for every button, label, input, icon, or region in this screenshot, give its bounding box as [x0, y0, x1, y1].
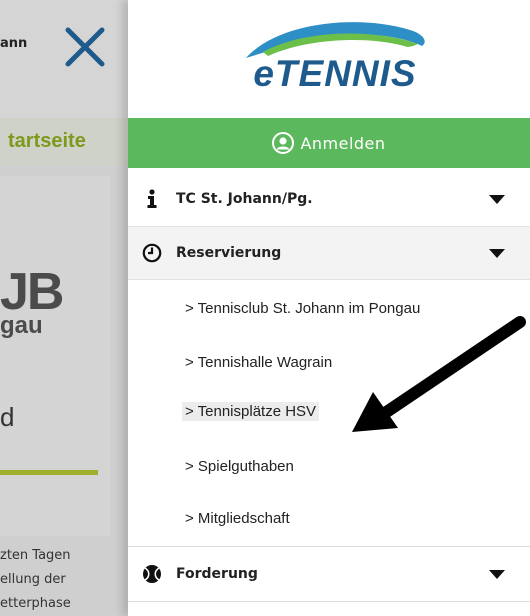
- menu-item-forderung[interactable]: Forderung: [128, 546, 530, 602]
- background-paragraph: zten Tagen ellung der etterphase: [0, 544, 128, 616]
- background-startseite-label: tartseite: [8, 130, 86, 152]
- background-paragraph-line: etterphase: [0, 596, 71, 611]
- submenu-item-tennisplaetze-hsv[interactable]: > Tennisplätze HSV: [182, 402, 320, 421]
- background-accent-line: [0, 470, 98, 475]
- caret-down-icon: [489, 249, 505, 258]
- menu-item-label: Forderung: [176, 566, 258, 582]
- info-icon: [140, 187, 164, 211]
- user-circle-icon: [272, 132, 295, 154]
- background-title-fragment: ann: [0, 36, 28, 51]
- close-icon[interactable]: [64, 26, 106, 68]
- caret-down-icon: [489, 570, 505, 579]
- background-paragraph-line: ellung der: [0, 572, 66, 587]
- background-startseite-bar: tartseite: [0, 118, 128, 166]
- background-card: [0, 176, 110, 536]
- submenu-item-mitgliedschaft[interactable]: > Mitgliedschaft: [185, 510, 290, 527]
- menu-item-club[interactable]: TC St. Johann/Pg.: [128, 172, 530, 226]
- caret-down-icon: [489, 195, 505, 204]
- background-page: ann tartseite JB gau d zten Tagen ellung…: [0, 0, 128, 616]
- login-label: Anmelden: [300, 133, 386, 153]
- navigation-drawer: eTENNIS Anmelden TC St. Johann/Pg. Reser…: [128, 0, 530, 616]
- menu-item-reservierung[interactable]: Reservierung: [128, 226, 530, 280]
- logo-text: eTENNIS: [253, 53, 417, 94]
- tennis-ball-icon: [140, 562, 164, 586]
- background-letter-fragment: d: [0, 402, 15, 432]
- menu-item-label: Reservierung: [176, 245, 282, 261]
- submenu-item-tennishalle[interactable]: > Tennishalle Wagrain: [185, 354, 332, 371]
- login-button[interactable]: Anmelden: [128, 118, 530, 168]
- menu-item-label: TC St. Johann/Pg.: [176, 191, 313, 207]
- background-logo-sub-fragment: gau: [0, 312, 43, 339]
- submenu-item-spielguthaben[interactable]: > Spielguthaben: [185, 458, 294, 475]
- etennis-logo[interactable]: eTENNIS: [128, 0, 530, 116]
- submenu-item-tennisclub[interactable]: > Tennisclub St. Johann im Pongau: [185, 300, 420, 317]
- clock-icon: [140, 241, 164, 265]
- background-paragraph-line: zten Tagen: [0, 548, 71, 563]
